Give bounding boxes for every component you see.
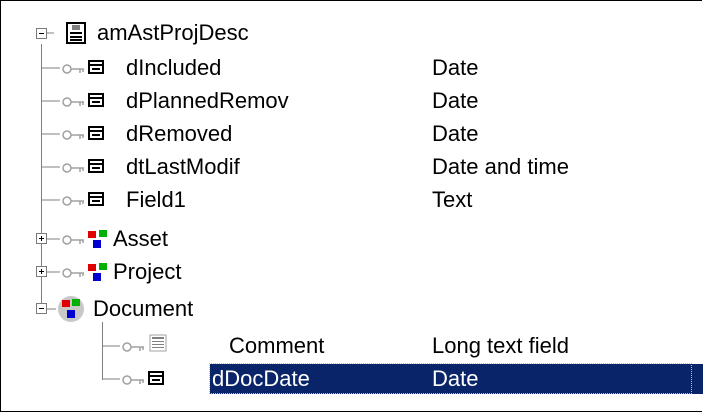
key-icon	[62, 97, 84, 107]
field-type: Long text field	[432, 333, 569, 358]
field-icon	[88, 159, 104, 173]
field-name: dPlannedRemov	[126, 88, 289, 113]
field-type: Date	[432, 121, 479, 146]
field-name: dIncluded	[126, 55, 222, 80]
field-type: Date	[432, 55, 479, 80]
key-icon	[122, 342, 144, 352]
tree-node-field[interactable]: dIncluded Date	[0, 52, 703, 85]
tree-node-field[interactable]: dRemoved Date	[0, 118, 703, 151]
tree-node-root[interactable]: amAstProjDesc	[0, 17, 703, 50]
field-icon	[88, 93, 104, 107]
field-type: Date	[432, 366, 479, 391]
tree-node-link-asset[interactable]: Asset	[0, 223, 703, 256]
tree-node-field[interactable]: Comment Long text field	[0, 330, 703, 363]
selection-highlight: dDocDate Date	[210, 364, 703, 394]
field-type: Date and time	[432, 154, 569, 179]
field-name: Field1	[126, 187, 186, 212]
tree-node-field[interactable]: dtLastModif Date and time	[0, 151, 703, 184]
link-name: Project	[113, 259, 182, 284]
tree-node-field[interactable]: dPlannedRemov Date	[0, 85, 703, 118]
key-icon	[62, 196, 84, 206]
key-icon	[62, 64, 84, 74]
key-icon	[62, 130, 84, 140]
tree-node-link-document[interactable]: Document	[0, 293, 703, 326]
key-icon	[62, 268, 84, 278]
key-icon	[62, 163, 84, 173]
expand-toggle-icon[interactable]	[36, 266, 47, 277]
key-icon	[122, 375, 144, 385]
field-name: dRemoved	[126, 121, 233, 146]
collapse-toggle-icon[interactable]	[36, 303, 47, 314]
tree-node-field[interactable]: Field1 Text	[0, 184, 703, 217]
key-icon	[62, 235, 84, 245]
collapse-toggle-icon[interactable]	[36, 28, 47, 39]
field-type: Text	[432, 187, 473, 212]
field-type: Date	[432, 88, 479, 113]
link-icon	[88, 230, 107, 248]
field-icon	[88, 60, 104, 74]
root-label: amAstProjDesc	[97, 20, 249, 45]
link-dot-icon	[58, 296, 84, 322]
link-name: Asset	[113, 226, 169, 251]
link-name: Document	[93, 296, 194, 321]
field-icon	[88, 192, 104, 206]
field-icon	[88, 126, 104, 140]
field-name: Comment	[229, 333, 325, 358]
link-icon	[88, 263, 107, 281]
tree-node-field-selected[interactable]: dDocDate Date	[0, 363, 703, 396]
expand-toggle-icon[interactable]	[36, 233, 47, 244]
field-name: dtLastModif	[126, 154, 240, 179]
memo-field-icon	[149, 334, 167, 352]
table-icon	[66, 22, 86, 44]
field-icon	[148, 371, 164, 385]
tree-node-link-project[interactable]: Project	[0, 256, 703, 289]
field-name: dDocDate	[212, 366, 310, 391]
